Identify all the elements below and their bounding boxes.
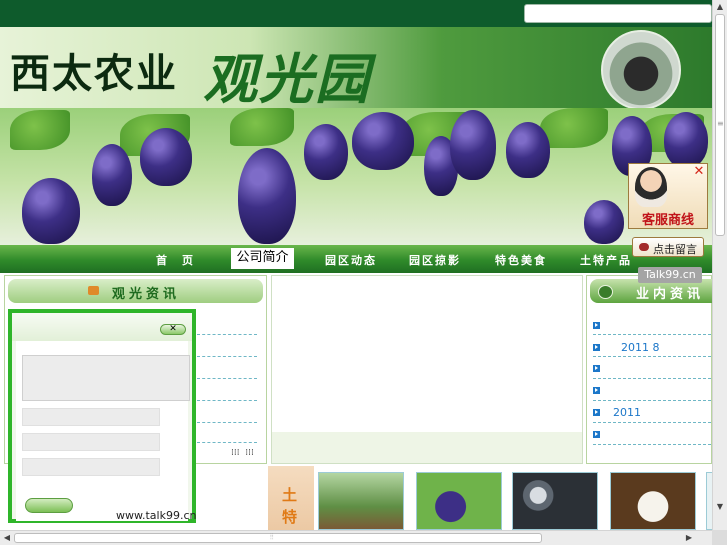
nav-company-intro[interactable]: 公司简介: [231, 248, 294, 269]
industry-news-panel: 业内资讯 2011 8 2011: [586, 275, 713, 464]
arrow-right-icon: [593, 344, 600, 351]
scroll-up-icon[interactable]: ▲: [713, 0, 727, 14]
news-icon: [598, 285, 613, 299]
arrow-right-icon: [593, 387, 600, 394]
pig-photo: [601, 30, 681, 110]
talk99-brand-logo[interactable]: Talk99.cn: [638, 267, 702, 283]
chat-name-field[interactable]: [22, 408, 160, 426]
list-divider: [197, 400, 257, 402]
top-bar: [0, 0, 712, 27]
chat-bubble-icon: [639, 243, 649, 251]
list-divider: [593, 356, 711, 358]
leave-message-button[interactable]: 点击留言: [632, 237, 704, 257]
arrow-right-icon: [593, 431, 600, 438]
sightseeing-news-title: 观光资讯: [112, 287, 181, 302]
product-photo-eggs-white[interactable]: [610, 472, 696, 530]
nav-local-products[interactable]: 土特产品: [580, 252, 632, 268]
chat-submit-button[interactable]: [25, 498, 73, 513]
list-divider: [593, 422, 711, 424]
chat-form: [16, 341, 190, 521]
chat-watermark: www.talk99.cn: [116, 509, 197, 522]
banner-header: 西太农业 观光园: [0, 27, 712, 111]
list-divider: [197, 356, 257, 358]
section-label-char: 特: [282, 508, 298, 526]
site-slogan: 观光园: [203, 47, 371, 111]
section-label-char: 土: [282, 486, 298, 504]
product-photo-eggs-dark[interactable]: [512, 472, 598, 530]
grape-vineyard-image: [0, 108, 712, 245]
featured-content-panel: [271, 275, 583, 464]
nav-home[interactable]: 首 页: [156, 252, 195, 268]
horizontal-scroll-thumb[interactable]: ⦙⦙: [14, 532, 542, 543]
service-card[interactable]: ✕ 客服商线: [628, 163, 708, 229]
nav-park-gallery[interactable]: 园区掠影: [409, 252, 461, 268]
service-close-icon[interactable]: ✕: [693, 165, 705, 178]
site-logo-text: 西太农业: [10, 50, 178, 97]
search-input[interactable]: [524, 4, 712, 23]
sightseeing-news-header: 观光资讯: [8, 279, 263, 303]
product-photo-orchard[interactable]: [318, 472, 404, 530]
scroll-left-icon[interactable]: ◀: [0, 531, 14, 545]
list-divider: [593, 444, 711, 446]
service-title: 客服商线: [641, 213, 694, 228]
vertical-scroll-thumb[interactable]: ≡: [715, 14, 725, 236]
news-item-2[interactable]: 2011 8: [621, 341, 660, 354]
chat-popup: ✕: [8, 309, 196, 523]
product-photo-grapes[interactable]: [416, 472, 502, 530]
arrow-right-icon: [593, 322, 600, 329]
news-icon: [88, 286, 99, 295]
more-dots-icon[interactable]: ⁞⁞⁞ ⁞⁞⁞: [231, 448, 254, 458]
chat-email-field[interactable]: [22, 458, 160, 476]
news-item-5[interactable]: 2011: [613, 406, 641, 419]
leave-message-label: 点击留言: [653, 243, 697, 256]
horizontal-scrollbar[interactable]: ◀ ⦙⦙ ▶: [0, 530, 712, 545]
list-divider: [593, 400, 711, 402]
list-divider: [197, 422, 257, 424]
scroll-right-icon[interactable]: ▶: [682, 531, 696, 545]
chat-popup-titlebar: ✕: [12, 313, 192, 341]
local-products-label: 土 特: [268, 466, 314, 530]
main-nav: 首 页 公司简介 园区动态 园区掠影 特色美食 土特产品: [0, 245, 712, 273]
local-products-section: 土 特: [268, 466, 712, 530]
vertical-scrollbar[interactable]: ▲ ≡ ▼: [712, 0, 727, 530]
chat-phone-field[interactable]: [22, 433, 160, 451]
arrow-right-icon: [593, 409, 600, 416]
arrow-right-icon: [593, 365, 600, 372]
chat-message-input[interactable]: [22, 355, 190, 401]
list-divider: [593, 334, 711, 336]
industry-news-title: 业内资讯: [636, 287, 705, 302]
site-banner: 西太农业 观光园: [0, 27, 712, 245]
chat-close-button[interactable]: ✕: [160, 324, 186, 335]
scrollbar-corner: [712, 530, 727, 545]
list-divider: [197, 442, 257, 444]
list-divider: [593, 378, 711, 380]
scroll-down-icon[interactable]: ▼: [713, 500, 727, 514]
nav-park-news[interactable]: 园区动态: [325, 252, 377, 268]
service-agent-avatar: [635, 167, 667, 207]
nav-special-food[interactable]: 特色美食: [495, 252, 547, 268]
customer-service-widget: ✕ 客服商线 点击留言 Talk99.cn: [628, 163, 708, 283]
list-divider: [197, 378, 257, 380]
list-divider: [197, 334, 257, 336]
